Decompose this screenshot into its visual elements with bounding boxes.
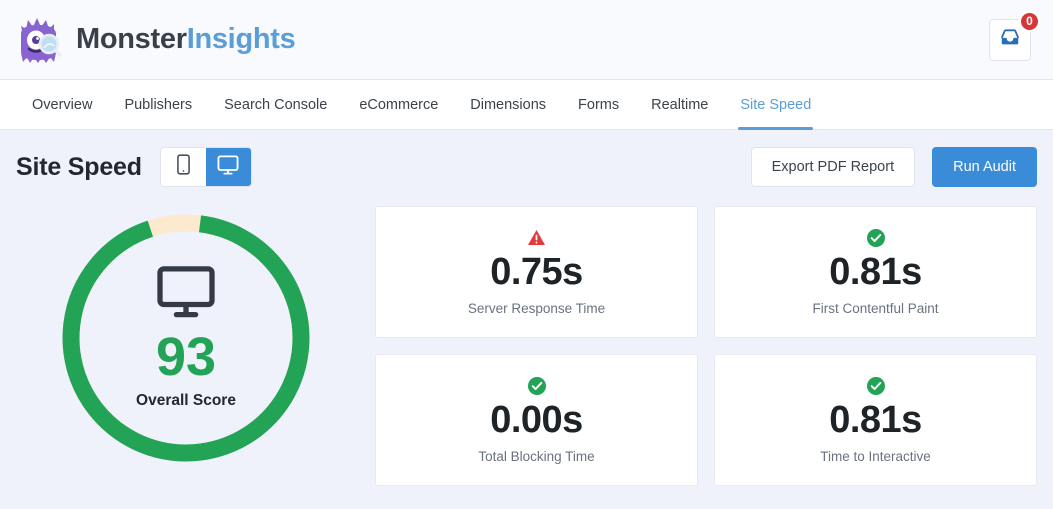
overall-score-value: 93 — [155, 327, 217, 387]
speed-panels: 93 Overall Score 0.75s Server Response T… — [16, 206, 1037, 486]
overall-score-panel: 93 Overall Score — [16, 206, 356, 469]
metric-card-total-blocking-time: 0.00s Total Blocking Time — [375, 354, 698, 486]
check-circle-icon — [527, 376, 546, 396]
brand-logo[interactable]: MonsterInsights — [16, 15, 296, 65]
nav-item-search-console[interactable]: Search Console — [208, 80, 343, 129]
metric-value: 0.75s — [490, 250, 583, 293]
toolbar-left-group: Site Speed — [16, 147, 252, 187]
inbox-notifications[interactable]: 0 — [989, 10, 1040, 61]
nav-item-dimensions[interactable]: Dimensions — [454, 80, 562, 129]
device-toggle-mobile[interactable] — [160, 148, 206, 186]
brand-title: MonsterInsights — [76, 23, 296, 55]
main-navigation: Overview Publishers Search Console eComm… — [0, 80, 1053, 130]
metric-label: Server Response Time — [467, 301, 606, 317]
nav-item-site-speed[interactable]: Site Speed — [724, 80, 827, 130]
inbox-badge-count: 0 — [1019, 10, 1040, 32]
metric-value: 0.81s — [829, 398, 922, 441]
device-toggle-group[interactable] — [159, 147, 252, 187]
check-circle-icon — [866, 376, 885, 396]
check-circle-icon — [866, 228, 885, 248]
run-audit-button[interactable]: Run Audit — [932, 147, 1037, 187]
metric-label: Time to Interactive — [820, 449, 931, 465]
toolbar-right-group: Export PDF Report Run Audit — [750, 147, 1037, 187]
desktop-monitor-icon — [157, 266, 215, 318]
metric-value: 0.00s — [490, 398, 583, 441]
inbox-icon — [999, 26, 1021, 53]
overall-score-label: Overall Score — [136, 392, 236, 409]
gauge-center-content: 93 Overall Score — [55, 207, 317, 469]
mobile-phone-icon — [176, 154, 190, 180]
site-speed-content: Site Speed Export PDF Report Run Audit 9… — [0, 130, 1053, 509]
metric-label: Total Blocking Time — [478, 449, 595, 465]
metric-card-server-response-time: 0.75s Server Response Time — [375, 206, 698, 338]
export-pdf-report-button[interactable]: Export PDF Report — [750, 147, 916, 187]
monster-mascot-icon — [16, 15, 64, 65]
nav-item-overview[interactable]: Overview — [16, 80, 108, 129]
device-toggle-desktop[interactable] — [205, 148, 251, 186]
desktop-monitor-icon — [217, 154, 239, 180]
brand-title-primary: Monster — [76, 23, 187, 55]
page-header: MonsterInsights 0 — [0, 0, 1053, 80]
score-gauge: 93 Overall Score — [55, 207, 317, 469]
warning-triangle-icon — [527, 228, 546, 248]
metric-value: 0.81s — [829, 250, 922, 293]
metric-label: First Contentful Paint — [812, 301, 939, 317]
nav-item-realtime[interactable]: Realtime — [635, 80, 724, 129]
page-title: Site Speed — [16, 152, 142, 181]
page-toolbar: Site Speed Export PDF Report Run Audit — [16, 146, 1037, 188]
metric-card-time-to-interactive: 0.81s Time to Interactive — [714, 354, 1037, 486]
nav-item-publishers[interactable]: Publishers — [108, 80, 208, 129]
brand-title-secondary: Insights — [186, 23, 296, 55]
monsterinsights-dashboard: MonsterInsights 0 Overview Publishers Se… — [0, 0, 1053, 509]
nav-item-ecommerce[interactable]: eCommerce — [343, 80, 454, 129]
metric-cards-grid: 0.75s Server Response Time 0.81s First C… — [375, 206, 1037, 486]
nav-item-forms[interactable]: Forms — [562, 80, 635, 129]
metric-card-first-contentful-paint: 0.81s First Contentful Paint — [714, 206, 1037, 338]
